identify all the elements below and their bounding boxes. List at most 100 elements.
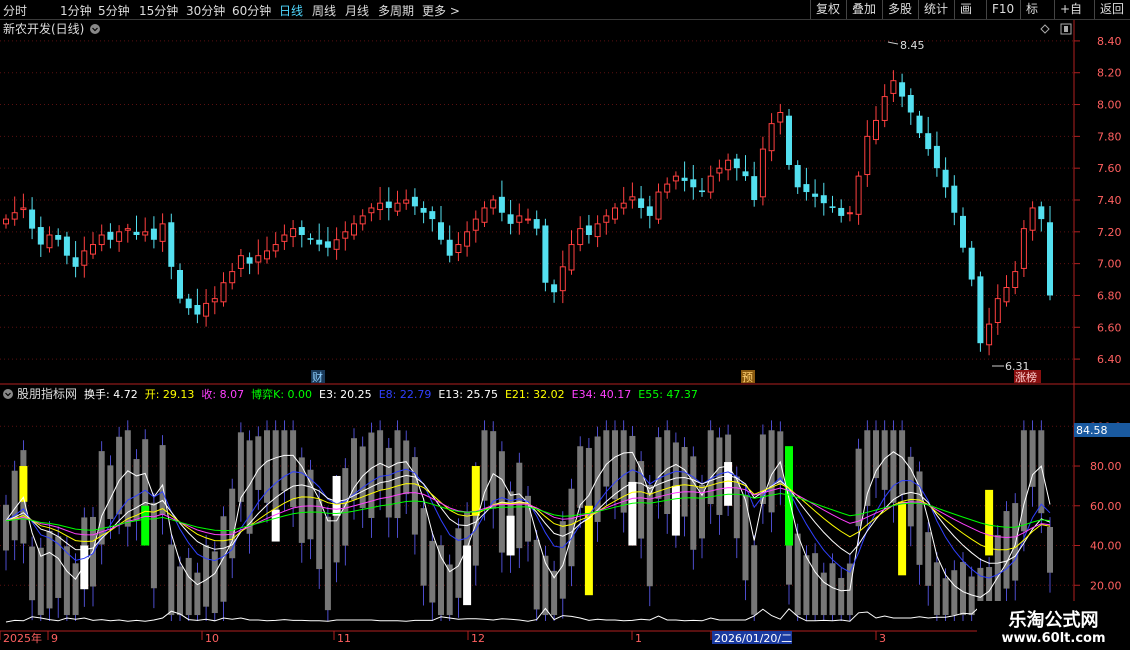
indicator-bar	[3, 504, 9, 551]
x-label: 3	[879, 632, 886, 645]
x-axis: 2025年 9 10 11 12 1 2026/01/20/二 3	[0, 631, 886, 645]
x-label: 2026/01/20/二	[714, 632, 792, 645]
button-mark[interactable]: 标记	[1020, 0, 1054, 35]
tab-weekly[interactable]: 周线	[312, 2, 336, 19]
tab-fenshi[interactable]: 分时	[3, 2, 27, 19]
indicator-bar	[159, 445, 166, 515]
tab-daily[interactable]: 日线	[279, 2, 303, 19]
candle-body	[516, 215, 523, 223]
y-tick-label: 6.60	[1097, 321, 1122, 334]
y-tick-label: 8.00	[1097, 99, 1122, 112]
candle-body	[994, 298, 1001, 323]
candle-body	[107, 231, 114, 240]
indicator-value-5: E8: 22.79	[379, 388, 432, 401]
signal-bar	[332, 475, 341, 516]
watermark: 乐淘公式网 www.60lt.com	[977, 601, 1130, 650]
candle-body	[768, 123, 775, 152]
indicator-bar	[899, 430, 906, 495]
indicator-bar	[72, 563, 79, 616]
tab-30min[interactable]: 30分钟	[186, 2, 225, 19]
tab-15min[interactable]: 15分钟	[139, 2, 178, 19]
button-fuquan[interactable]: 复权	[810, 0, 846, 19]
candle-body	[455, 244, 462, 254]
main-settings-icon[interactable]	[90, 24, 100, 34]
candle-body	[211, 298, 218, 303]
current-value-label: 84.58	[1076, 424, 1108, 437]
indicator-bar	[368, 432, 375, 518]
candle-body	[707, 175, 714, 193]
y-tick-label: 6.40	[1097, 353, 1122, 366]
candle-body	[820, 195, 827, 204]
candle-body	[1020, 228, 1027, 269]
button-add-watchlist[interactable]: +自选	[1054, 0, 1094, 35]
candle-body	[742, 171, 749, 177]
stock-chart-area[interactable]: 新农开发(日线) 8.40 8.20 8.00 7.80 7.60 7.40 7.20 7.0…	[0, 20, 1130, 650]
indicator-settings-icon[interactable]	[3, 389, 13, 399]
candle-body	[794, 165, 801, 188]
candle-body	[864, 135, 871, 176]
candle-body	[324, 241, 331, 248]
candle-body	[968, 247, 975, 280]
candle-body	[846, 212, 853, 215]
indicator-name: 股朋指标网	[17, 386, 77, 401]
tab-60min[interactable]: 60分钟	[232, 2, 271, 19]
indicator-value-8: E34: 40.17	[572, 388, 632, 401]
candle-body	[403, 199, 410, 204]
indicator-bar	[37, 547, 44, 616]
candle-body	[11, 212, 18, 220]
candle-body	[98, 234, 105, 246]
indicator-bar	[272, 430, 279, 518]
candle-body	[525, 218, 531, 221]
signal-bar	[19, 466, 28, 502]
indicator-bar	[185, 557, 192, 616]
indicator-bar	[542, 555, 549, 616]
candle-body	[725, 159, 732, 171]
tab-5min[interactable]: 5分钟	[98, 2, 130, 19]
candle-body	[133, 231, 140, 235]
candle-body	[185, 298, 192, 309]
candle-body	[777, 112, 784, 123]
button-back[interactable]: 返回	[1094, 0, 1130, 19]
candle-body	[37, 227, 44, 245]
candle-body	[316, 239, 323, 245]
indicator-bar	[707, 430, 714, 505]
indicator-bar	[1029, 430, 1036, 487]
candle-body	[472, 218, 479, 231]
button-draw-line[interactable]: 画线	[954, 0, 986, 35]
candle-body	[229, 271, 236, 284]
button-f10[interactable]: F10	[986, 0, 1020, 19]
indicator-bar	[429, 540, 436, 603]
button-multi-stock[interactable]: 多股	[882, 0, 918, 19]
candle-body	[612, 207, 618, 220]
indicator-bar	[168, 544, 175, 616]
candle-body	[116, 231, 123, 242]
indicator-bar	[942, 578, 949, 616]
candle-body	[638, 198, 645, 208]
tab-1min[interactable]: 1分钟	[60, 2, 92, 19]
candle-body	[29, 209, 36, 229]
candle-body	[72, 257, 79, 267]
candle-body	[150, 228, 157, 240]
candle-body	[933, 145, 940, 169]
button-overlay[interactable]: 叠加	[846, 0, 882, 19]
signal-bar	[724, 462, 733, 506]
candle-body	[533, 219, 540, 229]
indicator-bar	[733, 476, 740, 539]
candle-body	[411, 196, 418, 207]
candle-body	[359, 215, 366, 225]
candle-body	[498, 196, 505, 213]
candle-body	[481, 207, 488, 223]
candle-body	[420, 207, 427, 213]
indicator-bar	[1047, 526, 1053, 573]
y-tick-label: 40.00	[1090, 540, 1122, 553]
indicator-bar	[1012, 503, 1019, 581]
candle-body	[429, 211, 436, 220]
tab-multi-period[interactable]: 多周期	[378, 2, 414, 19]
tab-monthly[interactable]: 月线	[345, 2, 369, 19]
candle-body	[655, 191, 662, 220]
tab-more[interactable]: 更多 >	[422, 2, 460, 19]
indicator-bar	[664, 430, 671, 515]
button-statistics[interactable]: 统计	[918, 0, 954, 19]
x-label: 9	[51, 632, 58, 645]
indicator-bar	[46, 530, 53, 609]
